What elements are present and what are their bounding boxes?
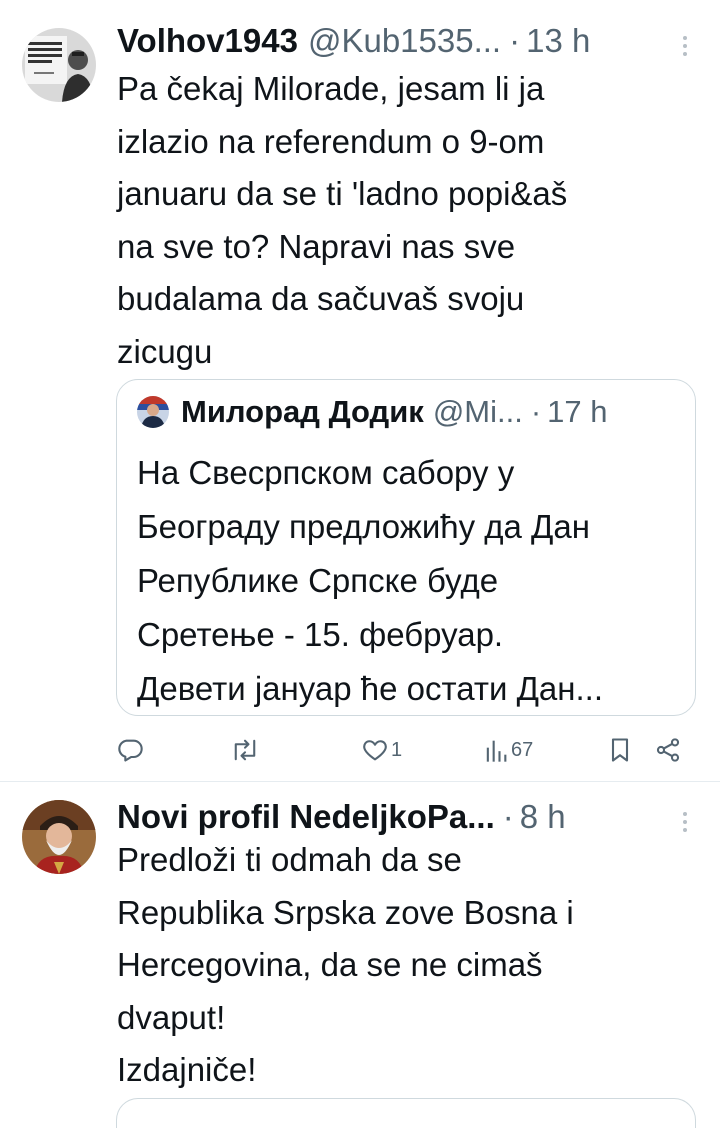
quoted-tweet-text: На Свесрпском сабору у Београду предложи… — [137, 454, 603, 707]
separator-dot: · — [502, 798, 514, 835]
views-count: 67 — [511, 738, 534, 761]
user-avatar[interactable] — [22, 28, 96, 102]
reply-button[interactable] — [116, 736, 144, 764]
display-name[interactable]: Volhov1943 — [117, 22, 298, 60]
reply-icon — [118, 739, 143, 762]
tweet-text: Pa čekaj Milorade, jesam li ja izlazio n… — [117, 70, 568, 370]
separator-dot: · — [509, 22, 521, 59]
tweet-divider — [0, 781, 720, 782]
tweet-header: Novi profil NedeljkoPa... · 8 h — [117, 798, 566, 838]
quoted-display-name[interactable]: Милорад Додик — [181, 394, 424, 430]
more-options-icon[interactable] — [682, 36, 688, 56]
tweet-text: Predloži ti odmah da se Republika Srpska… — [117, 841, 574, 1089]
more-options-icon[interactable] — [682, 812, 688, 832]
views-button[interactable]: 67 — [484, 736, 533, 764]
bearded-man-avatar — [22, 800, 96, 874]
share-button[interactable] — [654, 736, 682, 764]
tweet-actions: 1 67 — [0, 728, 720, 772]
tweet-header: Volhov1943 @Kub1535... · 13 h — [117, 22, 590, 62]
quoted-tweet-header: Милорад Додик @Mi... · 17 h — [137, 394, 608, 430]
timestamp[interactable]: 13 h — [526, 22, 590, 60]
portrait-avatar-icon — [137, 396, 169, 428]
bookmark-icon — [611, 738, 629, 762]
quoted-user-avatar — [137, 396, 169, 428]
timestamp[interactable]: 8 h — [520, 798, 566, 836]
heart-icon — [363, 740, 387, 761]
quoted-tweet-card[interactable]: Милорад Додик @Mi... · 17 h На Свесрпско… — [116, 379, 696, 716]
quoted-timestamp[interactable]: 17 h — [547, 394, 607, 430]
retweet-icon — [234, 739, 256, 761]
views-icon — [486, 740, 507, 762]
bookmark-button[interactable] — [608, 736, 632, 764]
next-quoted-card-partial — [116, 1098, 696, 1128]
retweet-button[interactable] — [230, 736, 260, 764]
like-button[interactable]: 1 — [361, 736, 402, 764]
separator-dot: · — [530, 394, 542, 429]
like-count: 1 — [391, 738, 403, 761]
poster-with-portrait-avatar — [22, 28, 96, 102]
share-icon — [656, 738, 680, 762]
quoted-user-handle[interactable]: @Mi... — [433, 394, 523, 430]
user-handle[interactable]: @Kub1535... — [308, 22, 501, 60]
user-avatar[interactable] — [22, 800, 96, 874]
display-name[interactable]: Novi profil NedeljkoPa... — [117, 798, 495, 836]
